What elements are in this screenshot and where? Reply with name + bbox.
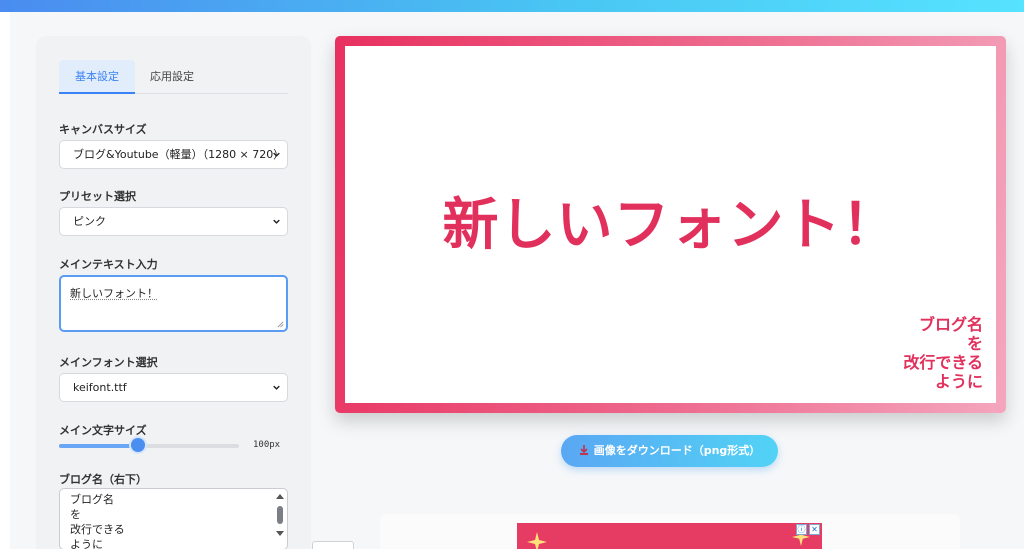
ad-banner[interactable]: ⓘ ✕ <box>517 523 822 549</box>
tab-basic-settings[interactable]: 基本設定 <box>59 60 135 94</box>
main-font-label: メインフォント選択 <box>59 356 158 369</box>
download-button-label: 画像をダウンロード（png形式） <box>593 444 761 457</box>
scroll-up-icon[interactable] <box>276 493 284 499</box>
blog-name-line: 改行できる <box>70 523 125 536</box>
blog-name-line: ように <box>70 538 103 549</box>
resize-grip-icon[interactable] <box>277 321 284 328</box>
ad-controls: ⓘ ✕ <box>796 524 820 536</box>
preset-value: ピンク <box>73 215 106 228</box>
main-text-value: 新しいフォント！ <box>70 287 158 300</box>
left-gutter <box>0 12 10 549</box>
blog-name-line: ブログ名 <box>70 493 114 506</box>
small-control-box[interactable] <box>312 541 354 549</box>
blog-name-label: ブログ名（右下） <box>59 473 147 486</box>
download-image-button[interactable]: 画像をダウンロード（png形式） <box>561 435 778 467</box>
scroll-thumb[interactable] <box>277 506 283 524</box>
download-icon <box>579 445 588 455</box>
preview-canvas: 新しいフォント！ ブログ名 を 改行できる ように <box>345 46 996 403</box>
blog-name-scrollbar[interactable] <box>276 493 284 545</box>
canvas-size-select[interactable]: ブログ&Youtube（軽量）（1280 × 720） <box>59 140 288 169</box>
ad-info-icon[interactable]: ⓘ <box>796 524 807 535</box>
preview-blog-name: ブログ名 を 改行できる ように <box>903 315 983 391</box>
preview-blog-line: 改行できる <box>903 353 983 372</box>
font-size-slider-track[interactable] <box>59 444 239 448</box>
preset-select[interactable]: ピンク <box>59 207 288 236</box>
main-font-value: keifont.ttf <box>73 381 127 394</box>
main-font-select[interactable]: keifont.ttf <box>59 373 288 402</box>
scroll-down-icon[interactable] <box>276 531 284 537</box>
main-text-label: メインテキスト入力 <box>59 258 158 271</box>
blog-name-line: を <box>70 508 81 521</box>
preset-label: プリセット選択 <box>59 190 136 203</box>
blog-name-input[interactable]: ブログ名 を 改行できる ように <box>59 488 288 549</box>
settings-tabs: 基本設定 応用設定 <box>59 60 288 94</box>
canvas-size-label: キャンバスサイズ <box>59 123 147 136</box>
preview-frame: 新しいフォント！ ブログ名 を 改行できる ように <box>335 36 1006 413</box>
preview-blog-line: ブログ名 <box>918 315 983 334</box>
preview-blog-line: を <box>966 334 983 353</box>
chevron-down-icon <box>273 385 280 390</box>
font-size-value: 100px <box>253 440 281 450</box>
chevron-down-icon <box>273 219 280 224</box>
main-font-size-label: メイン文字サイズ <box>59 424 147 437</box>
preview-blog-line: ように <box>934 372 983 391</box>
main-text-input[interactable]: 新しいフォント！ <box>59 275 288 332</box>
preview-main-text: 新しいフォント！ <box>442 193 899 258</box>
font-size-slider-fill <box>59 444 139 448</box>
ad-close-icon[interactable]: ✕ <box>809 524 820 535</box>
sparkle-icon <box>527 532 547 549</box>
top-gradient-bar <box>0 0 1024 12</box>
canvas-size-value: ブログ&Youtube（軽量）（1280 × 720） <box>73 148 285 161</box>
chevron-down-icon <box>273 152 280 157</box>
tab-advanced-settings[interactable]: 応用設定 <box>139 60 205 94</box>
